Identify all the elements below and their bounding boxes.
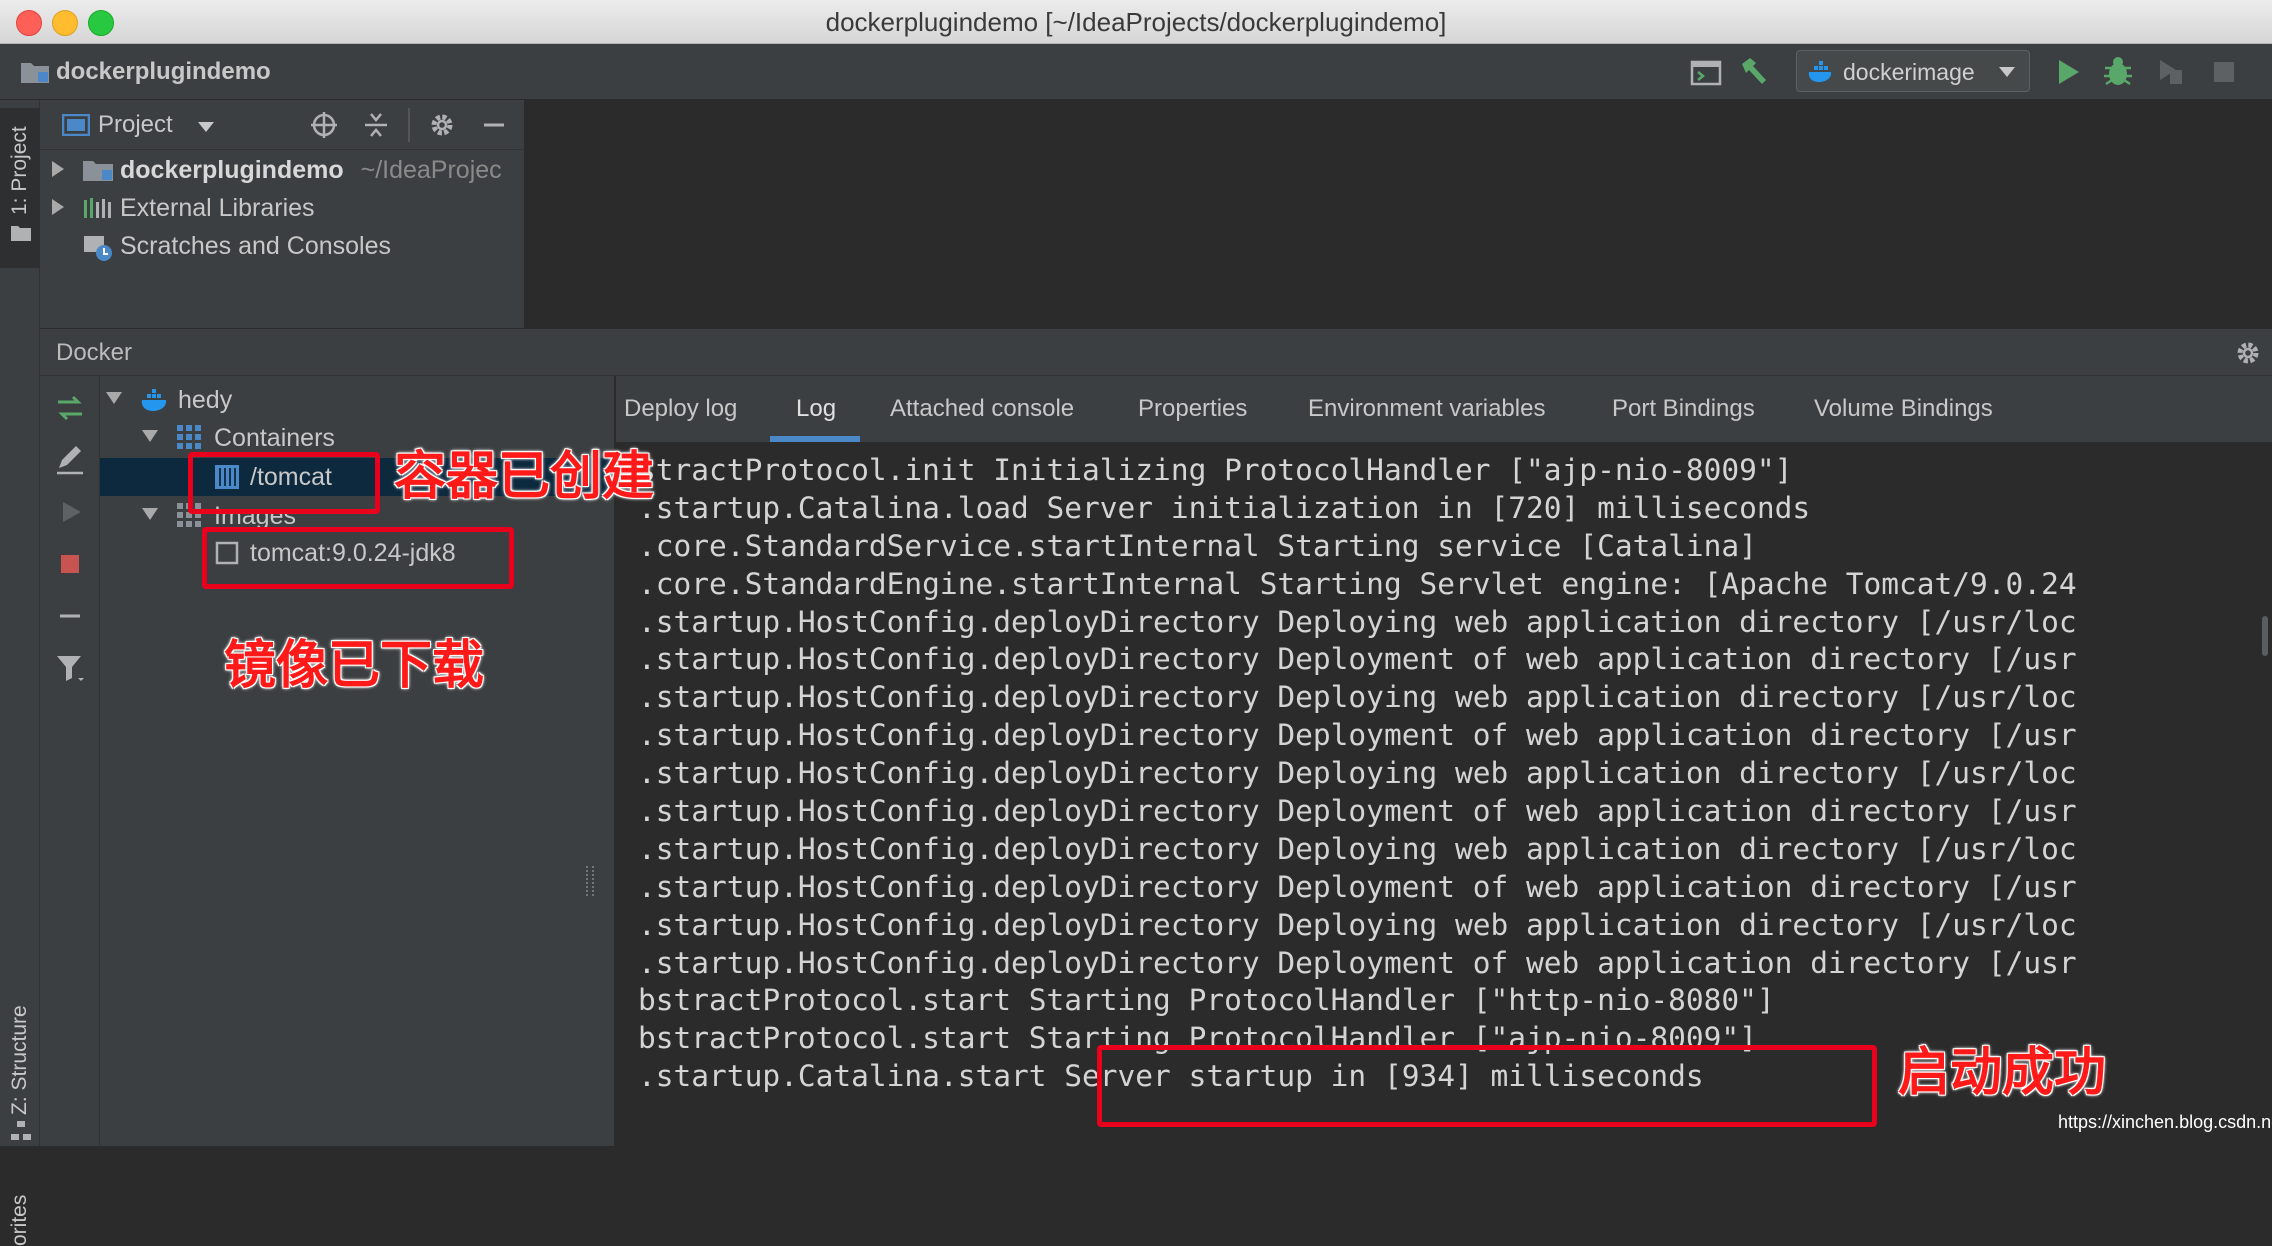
toolbar-divider: [408, 108, 410, 142]
scratches-console-icon: [84, 236, 112, 261]
navigation-toolbar: dockerplugindemo dockerimage: [0, 44, 2272, 100]
structure-icon: [11, 1121, 31, 1140]
splitter-handle[interactable]: [586, 866, 594, 896]
docker-panel-header: Docker: [40, 328, 2272, 376]
run-with-coverage-icon[interactable]: [2152, 54, 2188, 90]
tab-environment-variables[interactable]: Environment variables: [1308, 376, 1545, 442]
tab-structure[interactable]: Z: Structure: [8, 1005, 32, 1115]
chevron-down-icon[interactable]: [198, 122, 214, 132]
tree-item-path-hint: ~/IdeaProjec: [360, 156, 502, 184]
module-folder-icon: [83, 161, 113, 181]
project-tool-window: Project dockerplugindemo ~/IdeaProjec Ex…: [40, 100, 525, 328]
run-configuration-selector[interactable]: dockerimage: [1796, 50, 2030, 92]
edit-pencil-icon[interactable]: [54, 444, 86, 476]
tree-item-docker-server[interactable]: hedy: [178, 381, 232, 419]
tree-item-scratches[interactable]: Scratches and Consoles: [120, 227, 391, 265]
log-line: .startup.HostConfig.deployDirectory Depl…: [638, 604, 2077, 639]
expand-arrow-icon[interactable]: [52, 199, 64, 215]
hide-minimize-icon[interactable]: [480, 111, 508, 139]
log-line: .startup.HostConfig.deployDirectory Depl…: [638, 756, 2077, 791]
log-line: .startup.HostConfig.deployDirectory Depl…: [638, 831, 2077, 866]
gear-icon[interactable]: [428, 111, 456, 139]
filter-funnel-icon[interactable]: [54, 652, 86, 684]
annotation-startup-success: 启动成功: [1898, 1044, 2107, 1102]
tab-deploy-log[interactable]: Deploy log: [624, 376, 737, 442]
run-configuration-label: dockerimage: [1843, 59, 1975, 85]
log-line: bstractProtocol.start Starting ProtocolH…: [638, 983, 1775, 1018]
tab-project[interactable]: 1: Project: [8, 126, 32, 215]
annotation-image-downloaded: 镜像已下载: [224, 637, 485, 695]
log-line: .startup.HostConfig.deployDirectory Depl…: [638, 794, 2077, 829]
annotation-box-container: [188, 452, 380, 514]
editor-area: [526, 100, 2272, 328]
tab-log[interactable]: Log: [796, 376, 836, 442]
docker-whale-icon: [141, 389, 167, 411]
stop-icon[interactable]: [2206, 54, 2242, 90]
log-line: .startup.Catalina.load Server initializa…: [638, 490, 1811, 525]
window-title-bar: dockerplugindemo [~/IdeaProjects/dockerp…: [0, 0, 2272, 44]
containers-grid-icon: [177, 425, 201, 449]
collapse-all-icon[interactable]: [362, 111, 390, 139]
left-tool-window-strip: 1: Project Z: Structure orites: [0, 100, 40, 1246]
log-line: .startup.HostConfig.deployDirectory Depl…: [638, 945, 2077, 980]
collapse-arrow-icon[interactable]: [106, 392, 122, 404]
deploy-arrows-icon[interactable]: [54, 392, 86, 424]
watermark-text: https://xinchen.blog.csdn.net: [2058, 1112, 2272, 1132]
collapse-arrow-icon[interactable]: [142, 508, 158, 520]
tab-attached-console[interactable]: Attached console: [890, 376, 1074, 442]
log-line: .core.StandardEngine.startInternal Start…: [638, 566, 2077, 601]
docker-whale-icon: [1808, 61, 1832, 82]
stop-container-icon[interactable]: [54, 548, 86, 580]
log-line: .startup.HostConfig.deployDirectory Depl…: [638, 642, 2077, 677]
gear-icon[interactable]: [2234, 339, 2262, 367]
log-line: .core.StandardService.startInternal Star…: [638, 528, 1757, 563]
annotation-box-startup: [1097, 1045, 1877, 1127]
log-line: stractProtocol.init Initializing Protoco…: [638, 453, 1793, 487]
log-line: .startup.HostConfig.deployDirectory Depl…: [638, 907, 2077, 942]
active-tab-indicator: [770, 436, 860, 442]
annotation-container-created: 容器已创建: [394, 448, 655, 506]
tab-favorites[interactable]: orites: [8, 1195, 32, 1246]
library-books-icon: [84, 198, 111, 218]
collapse-arrow-icon[interactable]: [142, 430, 158, 442]
breadcrumb-project[interactable]: dockerplugindemo: [56, 54, 271, 90]
docker-side-toolbar: [40, 376, 100, 1146]
project-panel-header: Project: [40, 100, 525, 150]
tree-item-label: dockerplugindemo: [120, 156, 344, 184]
project-view-icon: [62, 114, 90, 136]
annotation-box-image: [202, 527, 514, 589]
terminal-window-icon[interactable]: [1688, 54, 1724, 90]
log-line: .startup.HostConfig.deployDirectory Depl…: [638, 869, 2077, 904]
locate-target-icon[interactable]: [310, 111, 338, 139]
start-container-icon[interactable]: [54, 496, 86, 528]
tree-item-project-root[interactable]: dockerplugindemo ~/IdeaProjec: [120, 151, 502, 189]
tab-port-bindings[interactable]: Port Bindings: [1612, 376, 1755, 442]
log-line: .startup.HostConfig.deployDirectory Depl…: [638, 718, 2077, 753]
log-line: .startup.HostConfig.deployDirectory Depl…: [638, 680, 2077, 715]
window-title: dockerplugindemo [~/IdeaProjects/dockerp…: [825, 7, 1447, 37]
folder-icon: [11, 226, 31, 241]
docker-panel-title: Docker: [56, 339, 133, 366]
run-icon[interactable]: [2050, 54, 2086, 90]
expand-arrow-icon[interactable]: [52, 161, 64, 177]
docker-details-tabs: Deploy log Log Attached console Properti…: [616, 376, 2272, 442]
tree-item-external-libraries[interactable]: External Libraries: [120, 189, 315, 227]
project-folder-icon: [21, 63, 49, 83]
tab-volume-bindings[interactable]: Volume Bindings: [1814, 376, 1993, 442]
build-hammer-icon[interactable]: [1736, 54, 1772, 90]
chevron-down-icon: [1999, 67, 2015, 77]
tab-properties[interactable]: Properties: [1138, 376, 1247, 442]
remove-minus-icon[interactable]: [54, 600, 86, 632]
debug-bug-icon[interactable]: [2100, 54, 2136, 90]
log-scrollbar[interactable]: [2262, 616, 2268, 656]
project-view-selector[interactable]: Project: [98, 100, 173, 150]
